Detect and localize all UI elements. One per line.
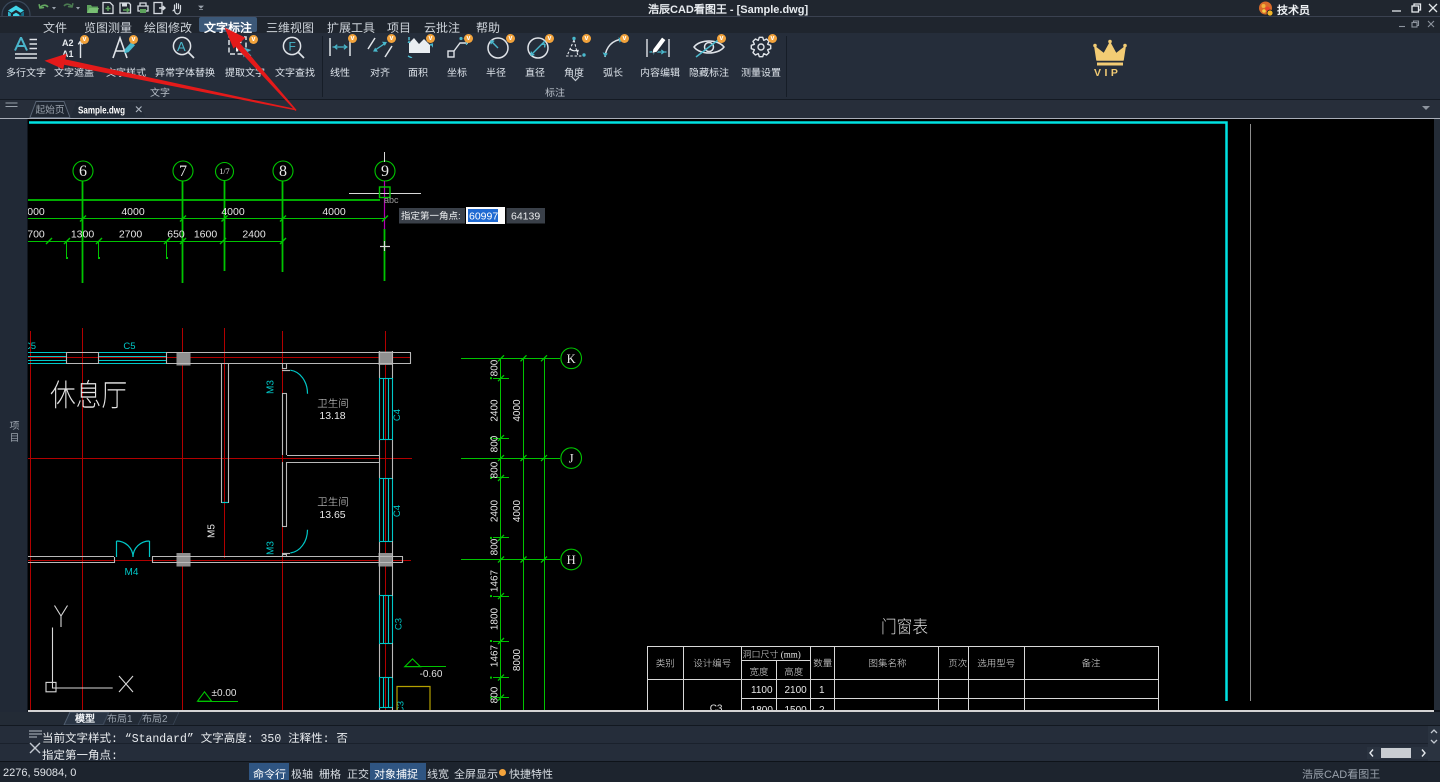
- svg-text:宽度: 宽度: [749, 664, 769, 678]
- svg-text:A: A: [177, 39, 186, 54]
- svg-text:7: 7: [179, 163, 187, 180]
- svg-text:类别: 类别: [656, 656, 675, 670]
- svg-text:VIP: VIP: [1094, 67, 1121, 78]
- svg-text:T: T: [233, 39, 242, 56]
- svg-text:1300: 1300: [71, 229, 95, 241]
- svg-text:2400: 2400: [490, 399, 501, 422]
- svg-text:4000: 4000: [121, 206, 145, 218]
- svg-text:卫生间: 卫生间: [317, 495, 349, 510]
- svg-text:-0.60: -0.60: [420, 669, 443, 680]
- svg-text:2400: 2400: [490, 499, 501, 522]
- svg-text:A2: A2: [62, 38, 74, 48]
- svg-text:1800: 1800: [490, 607, 501, 630]
- svg-text:800: 800: [490, 461, 501, 478]
- svg-text:K: K: [567, 352, 576, 366]
- svg-text:高度: 高度: [784, 664, 804, 678]
- svg-text:布局2: 布局2: [142, 713, 168, 725]
- svg-text:800: 800: [490, 538, 501, 555]
- svg-text:1: 1: [819, 685, 825, 696]
- svg-text:C5: C5: [123, 341, 135, 352]
- svg-text:8: 8: [279, 163, 287, 180]
- svg-text:60997: 60997: [469, 211, 498, 223]
- svg-text:数量: 数量: [813, 656, 833, 670]
- svg-text:9: 9: [381, 163, 389, 180]
- svg-text:起始页: 起始页: [36, 104, 65, 116]
- svg-text:8000: 8000: [512, 648, 523, 671]
- svg-text:1467: 1467: [490, 644, 501, 667]
- svg-text:800: 800: [490, 686, 501, 703]
- svg-text:M4: M4: [125, 567, 139, 578]
- svg-text:1100: 1100: [751, 685, 773, 696]
- svg-text:门窗表: 门窗表: [881, 613, 928, 639]
- svg-text:C4: C4: [392, 505, 403, 517]
- svg-text:指定第一角点:: 指定第一角点:: [401, 210, 461, 222]
- svg-text:800: 800: [490, 359, 501, 376]
- svg-text:休息厅: 休息厅: [50, 370, 127, 415]
- svg-text:C4: C4: [392, 409, 403, 421]
- svg-text:A1: A1: [62, 49, 74, 59]
- svg-text:800: 800: [490, 435, 501, 452]
- svg-text:2400: 2400: [242, 229, 266, 241]
- svg-text:卫生间: 卫生间: [317, 396, 349, 411]
- svg-text:64139: 64139: [511, 211, 540, 223]
- svg-text:洞口尺寸 (mm): 洞口尺寸 (mm): [743, 648, 801, 661]
- svg-text:F: F: [289, 40, 296, 54]
- svg-text:C3: C3: [394, 618, 405, 630]
- svg-text:700: 700: [28, 229, 45, 241]
- svg-text:650: 650: [167, 229, 185, 241]
- svg-text:模型: 模型: [75, 713, 95, 725]
- svg-text:布局1: 布局1: [107, 713, 133, 725]
- svg-text:Sample.dwg: Sample.dwg: [78, 106, 125, 117]
- svg-text:13.65: 13.65: [319, 509, 345, 521]
- svg-text:M5: M5: [207, 524, 218, 538]
- svg-text:13.18: 13.18: [319, 410, 345, 422]
- svg-text:设计编号: 设计编号: [693, 656, 731, 670]
- svg-text:1600: 1600: [194, 229, 218, 241]
- svg-text:J: J: [569, 452, 574, 466]
- svg-text:图集名称: 图集名称: [868, 656, 906, 670]
- svg-text:abc: abc: [384, 195, 399, 205]
- svg-text:±0.00: ±0.00: [212, 688, 237, 699]
- svg-text:4000: 4000: [221, 206, 245, 218]
- svg-text:6: 6: [79, 163, 87, 180]
- svg-text:选用型号: 选用型号: [977, 656, 1015, 670]
- svg-text:4000: 4000: [512, 499, 523, 522]
- svg-text:4000: 4000: [512, 399, 523, 422]
- svg-text:H: H: [567, 553, 576, 567]
- svg-text:M3: M3: [266, 541, 277, 555]
- svg-text:页次: 页次: [948, 656, 968, 670]
- svg-text:1467: 1467: [490, 569, 501, 592]
- svg-text:M3: M3: [266, 380, 277, 394]
- svg-text:2100: 2100: [784, 685, 807, 696]
- svg-text:1/7: 1/7: [219, 167, 229, 176]
- svg-text:备注: 备注: [1081, 656, 1101, 670]
- svg-text:2700: 2700: [119, 229, 143, 241]
- svg-text:C5: C5: [28, 341, 36, 352]
- svg-text:4000: 4000: [322, 206, 346, 218]
- svg-text:000: 000: [28, 206, 45, 218]
